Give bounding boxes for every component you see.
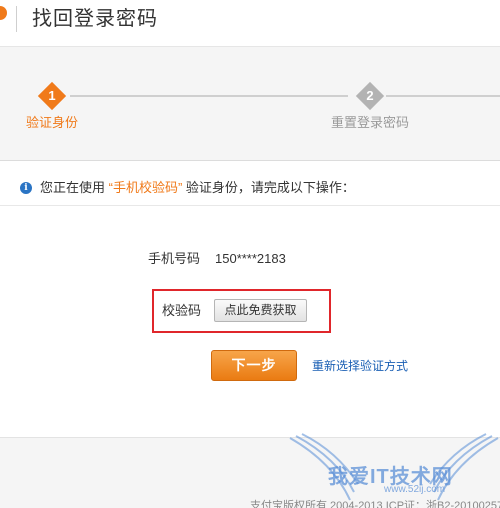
phone-label: 手机号码 bbox=[148, 251, 201, 266]
get-code-button[interactable]: 点此免费获取 bbox=[214, 299, 307, 322]
phone-value: 150****2183 bbox=[215, 251, 286, 266]
logo-icon bbox=[0, 6, 7, 28]
info-icon: i bbox=[20, 182, 32, 194]
info-notice: i 您正在使用 “手机校验码” 验证身份，请完成以下操作： bbox=[0, 170, 500, 206]
info-suffix: 验证身份，请完成以下操作： bbox=[182, 180, 355, 195]
change-method-link[interactable]: 重新选择验证方式 bbox=[312, 358, 408, 374]
progress-steps: 1 验证身份 2 重置登录密码 bbox=[0, 46, 500, 161]
step-1-label: 验证身份 bbox=[26, 115, 79, 130]
watermark-logo: 我爱IT技术网 www.52ij.com bbox=[288, 430, 500, 508]
info-method: “手机校验码” bbox=[108, 180, 183, 195]
info-text: 您正在使用 “手机校验码” 验证身份，请完成以下操作： bbox=[40, 180, 355, 196]
step-connector bbox=[386, 95, 500, 97]
info-prefix: 您正在使用 bbox=[40, 180, 109, 195]
step-connector bbox=[70, 95, 348, 97]
code-label: 校验码 bbox=[162, 303, 202, 318]
header: 找回登录密码 bbox=[0, 0, 500, 44]
step-2-number: 2 bbox=[366, 88, 374, 103]
page-title: 找回登录密码 bbox=[32, 8, 158, 30]
step-2-label: 重置登录密码 bbox=[331, 115, 410, 130]
next-button[interactable]: 下一步 bbox=[211, 350, 297, 381]
header-divider bbox=[16, 6, 17, 32]
step-1-number: 1 bbox=[48, 88, 56, 103]
watermark-url: www.52ij.com bbox=[384, 484, 446, 495]
